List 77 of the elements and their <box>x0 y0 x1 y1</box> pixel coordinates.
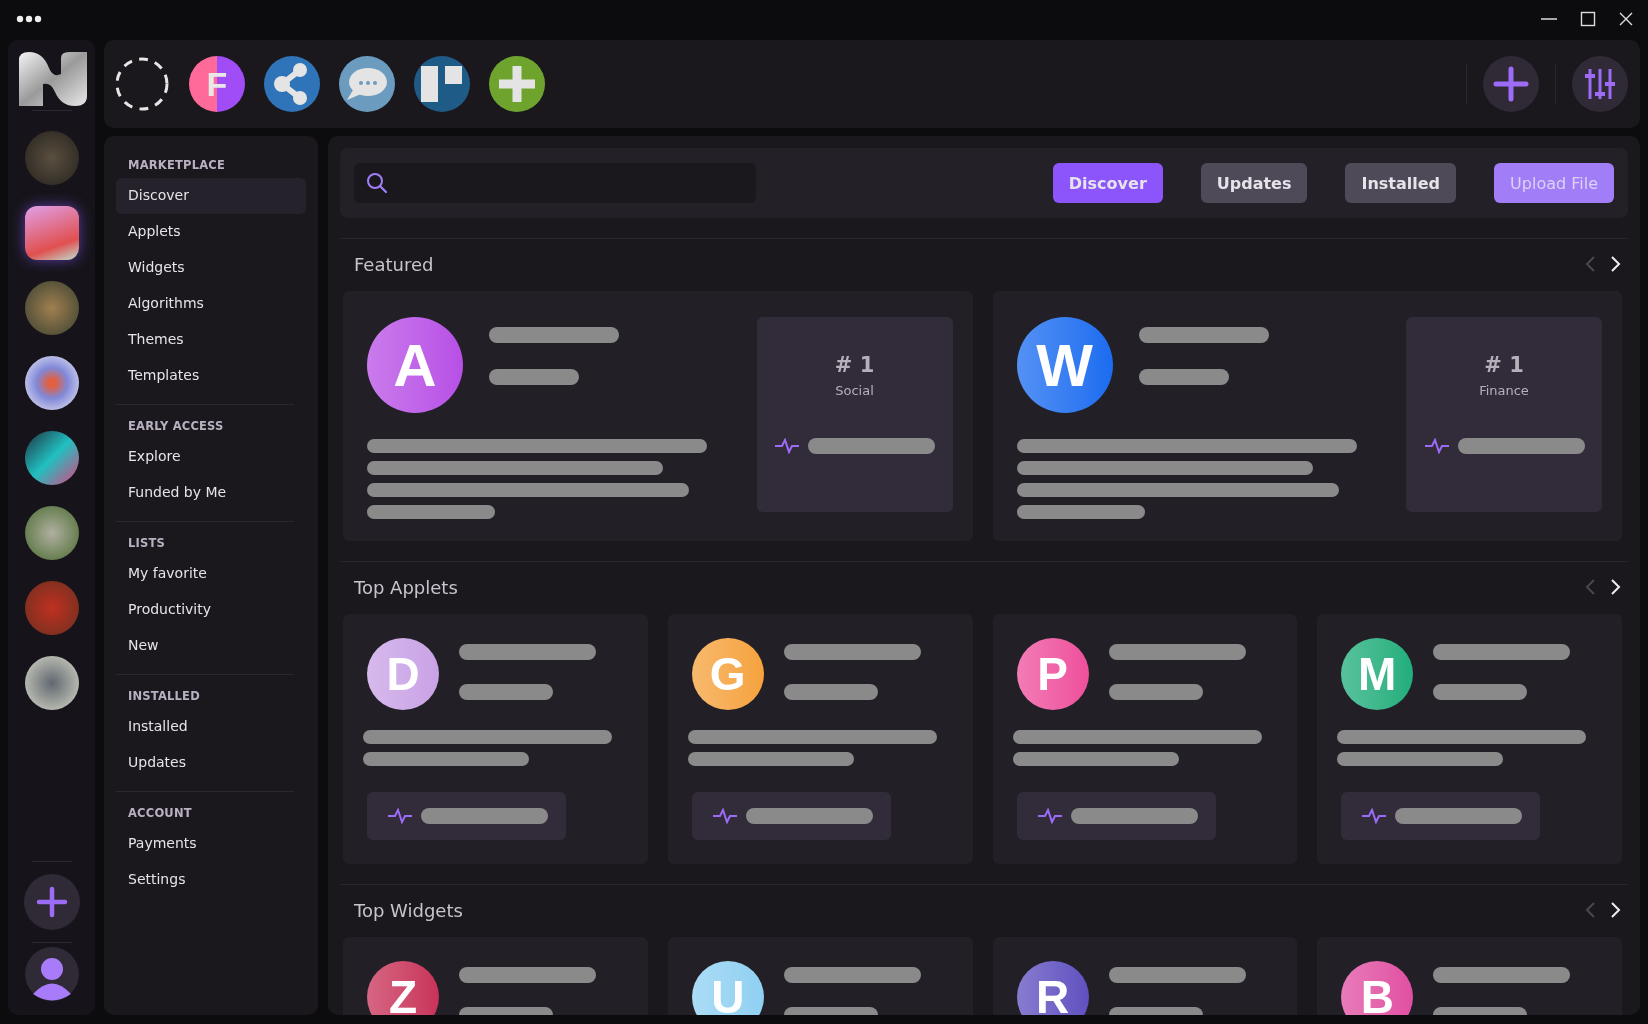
nav-item[interactable]: Settings <box>116 862 306 898</box>
section-heading: LISTS <box>127 536 167 550</box>
app-avatar: B <box>1341 961 1414 1015</box>
pulse-icon <box>711 808 738 824</box>
close-icon[interactable] <box>1618 11 1634 27</box>
app-card[interactable]: Z <box>343 937 648 1015</box>
plus-icon <box>1493 66 1529 102</box>
pulse-icon <box>774 438 800 454</box>
share-icon[interactable] <box>264 56 320 112</box>
app-thumbnail[interactable] <box>24 431 79 485</box>
nav-item[interactable]: Funded by Me <box>116 475 306 511</box>
search-icon <box>366 172 388 194</box>
nav-item[interactable]: Templates <box>116 358 306 394</box>
nav-item[interactable]: Themes <box>116 322 306 358</box>
pulse-icon <box>1036 808 1063 824</box>
section-title: Top Applets <box>354 576 458 598</box>
chat-icon[interactable] <box>339 56 395 112</box>
empty-slot-icon[interactable] <box>114 56 170 112</box>
board-icon[interactable] <box>414 56 470 112</box>
pulse-icon <box>387 808 413 824</box>
section-heading: MARKETPLACE <box>127 158 226 172</box>
app-thumbnail[interactable] <box>24 131 79 185</box>
app-thumbnail[interactable] <box>24 581 79 635</box>
app-card[interactable]: A # 1 Social <box>343 291 973 541</box>
app-card[interactable]: R <box>992 937 1298 1015</box>
user-avatar-icon[interactable] <box>24 947 79 1001</box>
maximize-icon[interactable] <box>1580 11 1596 27</box>
app-thumbnail[interactable] <box>24 656 79 710</box>
app-card[interactable]: W # 1 Finance <box>992 291 1622 541</box>
section-heading: ACCOUNT <box>127 806 193 820</box>
rank-label: # 1 <box>1484 353 1524 377</box>
app-avatar: P <box>1016 638 1089 710</box>
app-avatar: A <box>367 317 463 413</box>
section-title: Top Widgets <box>354 899 463 921</box>
logo-icon[interactable] <box>16 52 87 106</box>
app-avatar: G <box>691 638 764 710</box>
nav-item[interactable]: Explore <box>116 439 306 475</box>
category-label: Finance <box>1479 383 1529 398</box>
section-heading: EARLY ACCESS <box>127 419 225 433</box>
section-title: Featured <box>354 253 434 275</box>
tab[interactable]: Updates <box>1200 163 1308 203</box>
settings-button[interactable] <box>1572 56 1628 112</box>
sliders-icon <box>1583 67 1617 101</box>
nav-item[interactable]: Widgets <box>116 250 306 286</box>
rank-label: # 1 <box>834 353 875 377</box>
section-heading: INSTALLED <box>127 689 201 703</box>
chevron-right-icon[interactable] <box>1610 578 1622 596</box>
app-thumbnail[interactable] <box>24 356 79 410</box>
app-avatar: R <box>1016 961 1089 1015</box>
nav-item[interactable]: Applets <box>116 214 306 250</box>
pulse-icon <box>1361 808 1388 824</box>
plus-icon <box>34 885 69 919</box>
nav-item[interactable]: Algorithms <box>116 286 306 322</box>
app-thumbnail[interactable] <box>24 506 79 560</box>
nav-item[interactable]: My favorite <box>116 556 306 592</box>
app-thumbnail[interactable] <box>24 281 79 335</box>
nav-item[interactable]: Installed <box>116 709 306 745</box>
more-icon[interactable] <box>16 15 42 23</box>
nav-item[interactable]: Payments <box>116 826 306 862</box>
nav-item[interactable]: Discover <box>116 178 306 214</box>
tab[interactable]: Installed <box>1345 163 1457 203</box>
app-avatar: D <box>367 638 439 710</box>
app-avatar: Z <box>367 961 439 1015</box>
category-label: Social <box>835 383 874 398</box>
app-thumbnail[interactable] <box>24 206 79 260</box>
nav-item[interactable]: Productivity <box>116 592 306 628</box>
nav-item[interactable]: New <box>116 628 306 664</box>
pulse-icon <box>1423 438 1450 454</box>
chevron-right-icon[interactable] <box>1610 255 1622 273</box>
plus-icon[interactable] <box>489 56 545 112</box>
app-avatar: M <box>1341 638 1414 710</box>
chevron-right-icon[interactable] <box>1610 901 1622 919</box>
app-avatar: U <box>691 961 764 1015</box>
app-avatar: W <box>1016 317 1113 413</box>
add-button[interactable] <box>1483 56 1539 112</box>
search-field[interactable] <box>354 163 756 203</box>
nav-item[interactable]: Updates <box>116 745 306 781</box>
